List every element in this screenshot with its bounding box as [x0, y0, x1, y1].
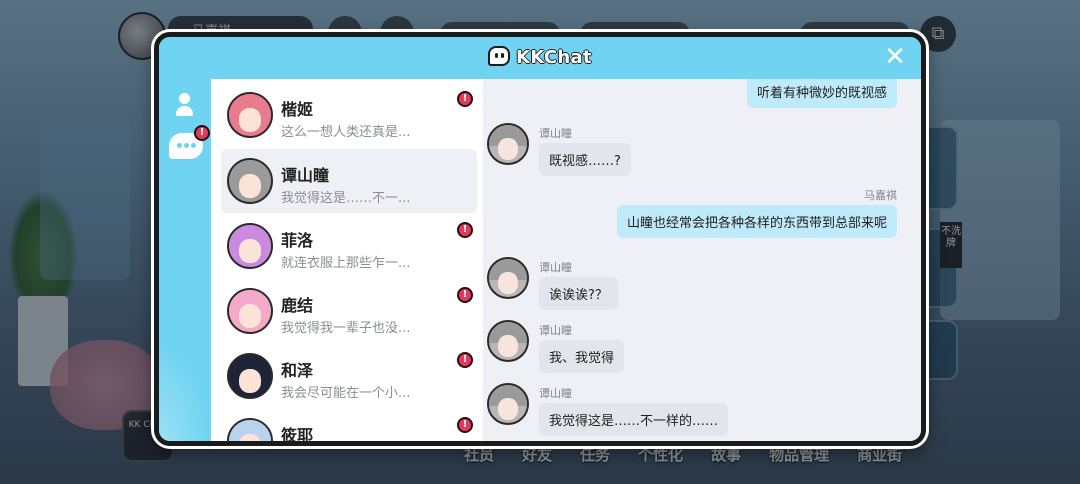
contact-name: 和泽 — [281, 361, 314, 380]
message-bubble: 听着有种微妙的既视感 — [746, 79, 897, 108]
alert-icon: ! — [457, 352, 473, 368]
alert-icon: ! — [457, 222, 473, 238]
close-button[interactable]: ✕ — [883, 44, 907, 70]
contact-list: 楷姬 这么一想人类还真是...! 谭山瞳 我觉得这是……不一... 菲洛 就连衣服上那些乍… — [211, 79, 483, 445]
rail-decoration — [159, 341, 211, 441]
message-bubble: 我觉得这是……不一样的…… — [539, 403, 729, 436]
chat-header: KKChat ✕ — [159, 37, 921, 79]
avatar-face — [239, 108, 261, 132]
left-rail: ! — [159, 79, 211, 441]
avatar-face — [239, 434, 261, 441]
contact-preview: 这么一想人类还真是... — [281, 125, 411, 140]
message-sender: 谭山瞳 — [539, 387, 572, 400]
contact-name: 谭山瞳 — [281, 166, 330, 185]
message-bubble: 我、我觉得 — [539, 340, 625, 373]
avatar-face — [239, 304, 261, 328]
message-sender: 谭山瞳 — [539, 261, 572, 274]
message-avatar[interactable] — [487, 123, 529, 165]
alert-icon: ! — [194, 125, 210, 141]
app-title-text: KKChat — [516, 47, 592, 68]
app-title: KKChat — [159, 46, 921, 68]
contact-preview: 我会尽可能在一个小... — [281, 386, 411, 401]
message-sender: 谭山瞳 — [539, 127, 572, 140]
avatar-face — [239, 239, 261, 263]
message-bubble: 既视感……? — [539, 143, 631, 176]
avatar — [227, 288, 273, 334]
alert-icon: ! — [457, 91, 473, 107]
message-avatar[interactable] — [487, 257, 529, 299]
avatar — [227, 158, 273, 204]
alert-icon: ! — [457, 417, 473, 433]
avatar-face — [239, 174, 261, 198]
message-sender: 谭山瞳 — [539, 324, 572, 337]
contact-name: 筱耶 — [281, 426, 314, 445]
contact-item[interactable]: 菲洛就连衣服上那些乍一...! — [221, 214, 477, 278]
avatar — [227, 418, 273, 441]
contact-item[interactable]: 楷姬这么一想人类还真是...! — [221, 83, 477, 147]
avatar — [227, 353, 273, 399]
avatar — [227, 92, 273, 138]
message-avatar[interactable] — [487, 320, 529, 362]
message-avatar[interactable] — [487, 383, 529, 425]
contact-preview: 我觉得这是……不一... — [281, 191, 411, 206]
contact-preview: 就连衣服上那些乍一... — [281, 256, 411, 271]
kkchat-logo-icon — [488, 46, 511, 66]
contact-item[interactable]: 筱耶! — [221, 409, 477, 445]
chat-messages: 听着有种微妙的既视感 谭山瞳 既视感……? 马嘉祺 山瞳也经常会把各种各样的东西带到总部… — [483, 79, 921, 441]
avatar — [227, 223, 273, 269]
user-icon — [176, 93, 194, 117]
message-bubble: 山瞳也经常会把各种各样的东西带到总部来呢 — [616, 205, 897, 238]
alert-icon: ! — [457, 287, 473, 303]
contact-item[interactable]: 和泽我会尽可能在一个小...! — [221, 344, 477, 408]
contact-name: 楷姬 — [281, 100, 314, 119]
contact-preview: 我觉得我一辈子也没... — [281, 321, 411, 336]
contact-name: 菲洛 — [281, 231, 314, 250]
message-sender: 马嘉祺 — [864, 189, 897, 202]
contact-name: 鹿结 — [281, 296, 314, 315]
kkchat-window: KKChat ✕ ! 楷姬 这么一想人类还真是...! 谭山瞳 我觉得这是……不一..… — [154, 32, 926, 446]
message-bubble: 诶诶诶?？ — [539, 277, 618, 310]
contact-item[interactable]: 鹿结我觉得我一辈子也没...! — [221, 279, 477, 343]
contacts-tab[interactable] — [167, 87, 203, 123]
contact-item[interactable]: 谭山瞳我觉得这是……不一... — [221, 149, 477, 213]
chats-tab[interactable]: ! — [167, 125, 210, 163]
avatar-face — [239, 369, 261, 393]
